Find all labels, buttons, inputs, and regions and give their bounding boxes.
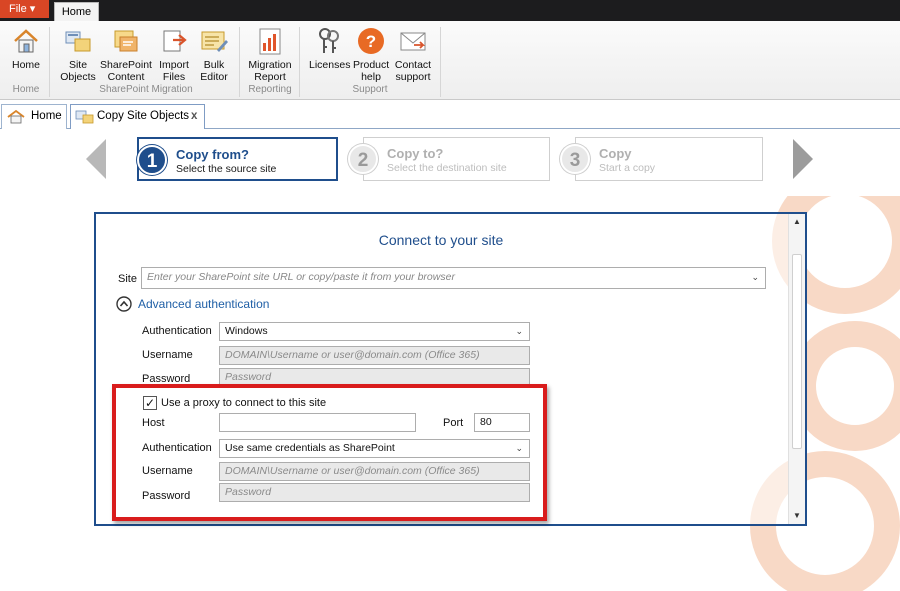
authentication-select[interactable]: Windows ⌄ — [219, 322, 530, 341]
ribbon-button-label: Licenses — [309, 59, 351, 71]
ribbon-tab-home[interactable]: Home — [54, 2, 99, 23]
collapse-chevron-icon[interactable] — [116, 296, 132, 312]
ribbon-product-help-button[interactable]: ? Product help — [353, 26, 389, 83]
ribbon-button-label: Home — [11, 59, 40, 71]
step-number: 3 — [560, 144, 590, 174]
panel-title: Connect to your site — [378, 232, 504, 248]
step-title: Copy to? — [387, 146, 444, 161]
wizard-step-copy-from[interactable]: 1 Copy from? Select the source site — [137, 137, 338, 181]
chevron-down-icon[interactable]: ⌄ — [751, 268, 759, 287]
step-subtitle: Select the source site — [176, 163, 277, 175]
house-icon — [7, 109, 25, 124]
ribbon-home-button[interactable]: Home — [8, 26, 44, 71]
question-icon: ? — [358, 28, 384, 54]
keys-icon — [319, 28, 339, 53]
wizard-back-arrow[interactable] — [84, 137, 108, 181]
username-input[interactable]: DOMAIN\Username or user@domain.com (Offi… — [219, 346, 530, 365]
password-placeholder: Password — [225, 371, 272, 383]
site-url-input[interactable]: Enter your SharePoint site URL or copy/p… — [141, 267, 766, 289]
step-subtitle: Select the destination site — [387, 162, 507, 174]
doc-tab-label: Home — [31, 110, 62, 122]
ribbon-import-files-button[interactable]: Import Files — [156, 26, 192, 83]
doc-tab-copy-site-objects[interactable]: Copy Site Objects x — [70, 104, 205, 129]
title-bar: File ▾ Home — [0, 0, 900, 23]
wizard-step-copy[interactable]: 3 Copy Start a copy — [560, 137, 763, 181]
ribbon-button-label: Bulk Editor — [200, 59, 228, 83]
username-label: Username — [142, 349, 193, 361]
ribbon-separator — [49, 27, 50, 97]
ribbon-group-label: Reporting — [248, 84, 292, 95]
ribbon-button-label: Product help — [353, 59, 390, 83]
ribbon-bulk-editor-button[interactable]: Bulk Editor — [196, 26, 232, 83]
step-number: 1 — [137, 145, 167, 175]
ribbon-button-label: Contact support — [394, 59, 432, 83]
ribbon-button-label: SharePoint Content — [100, 59, 152, 83]
site-objects-icon — [75, 110, 94, 124]
document-tab-strip: Home Copy Site Objects x — [0, 101, 900, 129]
step-subtitle: Start a copy — [599, 162, 656, 174]
sharepoint-content-icon — [114, 30, 138, 52]
site-label: Site — [118, 273, 137, 285]
ribbon-sharepoint-content-button[interactable]: SharePoint Content — [100, 26, 152, 83]
vertical-scrollbar[interactable]: ▲ ▼ — [788, 214, 805, 524]
step-title: Copy from? — [176, 147, 249, 162]
ribbon: Home Site Objects SharePoint Content Imp… — [0, 21, 900, 100]
step-title: Copy — [599, 146, 632, 161]
authentication-label: Authentication — [142, 325, 212, 337]
doc-tab-label: Copy Site Objects — [97, 110, 190, 122]
ribbon-button-label: Import Files — [159, 59, 189, 83]
chevron-down-icon: ⌄ — [515, 326, 523, 336]
ribbon-contact-support-button[interactable]: Contact support — [393, 26, 433, 83]
ribbon-separator — [239, 27, 240, 97]
site-objects-icon — [65, 31, 91, 52]
wizard-forward-arrow[interactable] — [791, 137, 815, 181]
bulk-editor-icon — [201, 31, 228, 52]
chart-report-icon — [259, 28, 281, 55]
ribbon-group-label: SharePoint Migration — [99, 84, 193, 95]
scroll-up-arrow-icon[interactable]: ▲ — [793, 217, 801, 226]
envelope-icon — [400, 32, 426, 51]
scrollbar-thumb[interactable] — [792, 254, 802, 449]
ribbon-separator — [299, 27, 300, 97]
authentication-value: Windows — [225, 325, 268, 337]
import-files-icon — [163, 30, 187, 52]
site-url-placeholder: Enter your SharePoint site URL or copy/p… — [147, 271, 455, 283]
step-number: 2 — [348, 144, 378, 174]
proxy-settings-highlight-box — [112, 384, 547, 521]
ribbon-separator — [440, 27, 441, 97]
doc-tab-home[interactable]: Home — [1, 104, 67, 129]
wizard-step-copy-to[interactable]: 2 Copy to? Select the destination site — [348, 137, 550, 181]
house-icon — [14, 29, 38, 53]
file-menu-button[interactable]: File ▾ — [0, 0, 49, 18]
ribbon-group-label: Support — [352, 84, 388, 95]
advanced-authentication-toggle[interactable]: Advanced authentication — [138, 297, 269, 311]
ribbon-migration-report-button[interactable]: Migration Report — [246, 26, 294, 83]
ribbon-button-label: Site Objects — [60, 59, 96, 83]
username-placeholder: DOMAIN\Username or user@domain.com (Offi… — [225, 349, 480, 361]
ribbon-button-label: Migration Report — [248, 59, 292, 83]
ribbon-licenses-button[interactable]: Licenses — [309, 26, 351, 71]
ribbon-site-objects-button[interactable]: Site Objects — [58, 26, 98, 83]
svg-text:?: ? — [366, 32, 376, 51]
close-tab-icon[interactable]: x — [191, 105, 197, 127]
scroll-down-arrow-icon[interactable]: ▼ — [793, 511, 801, 520]
ribbon-group-label: Home — [12, 84, 40, 95]
